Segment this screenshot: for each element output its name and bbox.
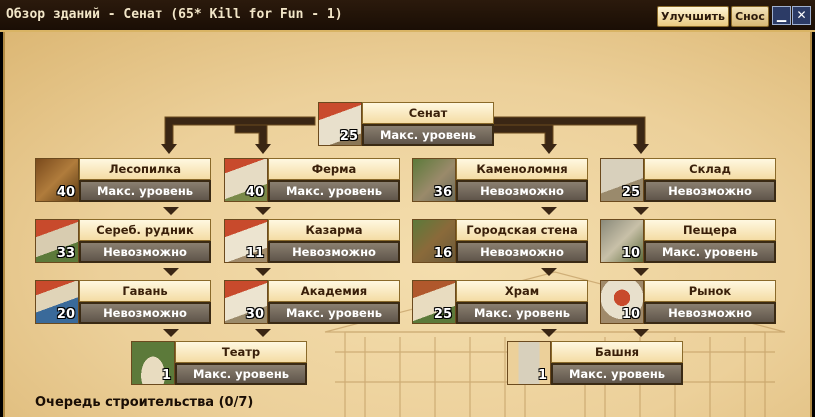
building-status[interactable]: Макс. уровень [644, 241, 776, 263]
quarry-icon: 36 [412, 158, 456, 202]
arrow-icon [255, 207, 271, 215]
building-tower[interactable]: 1 Башня Макс. уровень [507, 341, 683, 385]
tower-icon: 1 [507, 341, 551, 385]
warehouse-icon: 25 [600, 158, 644, 202]
arrow-icon [163, 329, 179, 337]
building-harbor[interactable]: 20 Гавань Невозможно [35, 280, 211, 324]
building-name: Храм [456, 280, 588, 302]
senate-icon: 25 [318, 102, 362, 146]
arrow-icon [255, 329, 271, 337]
building-status[interactable]: Макс. уровень [551, 363, 683, 385]
building-name: Пещера [644, 219, 776, 241]
build-queue-title: Очередь строительства (0/7) [35, 395, 254, 410]
building-senate[interactable]: 25 Сенат Макс. уровень [318, 102, 494, 146]
building-name: Ферма [268, 158, 400, 180]
arrow-icon [255, 268, 271, 276]
building-farm[interactable]: 40 Ферма Макс. уровень [224, 158, 400, 202]
building-status[interactable]: Макс. уровень [362, 124, 494, 146]
building-lumber[interactable]: 40 Лесопилка Макс. уровень [35, 158, 211, 202]
building-academy[interactable]: 30 Академия Макс. уровень [224, 280, 400, 324]
building-cave[interactable]: 10 Пещера Макс. уровень [600, 219, 776, 263]
cave-icon: 10 [600, 219, 644, 263]
building-status[interactable]: Невозможно [79, 241, 211, 263]
building-status[interactable]: Невозможно [79, 302, 211, 324]
building-status[interactable]: Невозможно [456, 241, 588, 263]
building-status[interactable]: Невозможно [644, 302, 776, 324]
arrow-icon [541, 329, 557, 337]
building-name: Театр [175, 341, 307, 363]
building-status[interactable]: Макс. уровень [268, 302, 400, 324]
building-name: Каменоломня [456, 158, 588, 180]
arrow-icon [633, 268, 649, 276]
arrow-icon [541, 207, 557, 215]
buildings-overview-panel: 25 Сенат Макс. уровень 40 Лесопилка Макс… [3, 32, 812, 417]
building-name: Склад [644, 158, 776, 180]
barracks-icon: 11 [224, 219, 268, 263]
building-theater[interactable]: 1 Театр Макс. уровень [131, 341, 307, 385]
building-status[interactable]: Невозможно [644, 180, 776, 202]
building-status[interactable]: Макс. уровень [175, 363, 307, 385]
building-name: Казарма [268, 219, 400, 241]
harbor-icon: 20 [35, 280, 79, 324]
building-quarry[interactable]: 36 Каменоломня Невозможно [412, 158, 588, 202]
building-name: Гавань [79, 280, 211, 302]
building-barracks[interactable]: 11 Казарма Невозможно [224, 219, 400, 263]
window-titlebar: Обзор зданий - Сенат (65* Kill for Fun -… [0, 0, 815, 32]
building-market[interactable]: 10 Рынок Невозможно [600, 280, 776, 324]
building-silver-mine[interactable]: 33 Сереб. рудник Невозможно [35, 219, 211, 263]
building-name: Сенат [362, 102, 494, 124]
silver-mine-icon: 33 [35, 219, 79, 263]
demolish-tab[interactable]: Снос [731, 6, 769, 27]
arrow-icon [633, 329, 649, 337]
building-name: Сереб. рудник [79, 219, 211, 241]
building-status[interactable]: Невозможно [456, 180, 588, 202]
arrow-icon [163, 207, 179, 215]
window-title: Обзор зданий - Сенат (65* Kill for Fun -… [6, 7, 343, 22]
lumber-mill-icon: 40 [35, 158, 79, 202]
arrow-icon [541, 268, 557, 276]
building-status[interactable]: Невозможно [268, 241, 400, 263]
building-status[interactable]: Макс. уровень [268, 180, 400, 202]
building-name: Академия [268, 280, 400, 302]
academy-icon: 30 [224, 280, 268, 324]
building-temple[interactable]: 25 Храм Макс. уровень [412, 280, 588, 324]
building-status[interactable]: Макс. уровень [79, 180, 211, 202]
arrow-icon [633, 207, 649, 215]
building-name: Лесопилка [79, 158, 211, 180]
market-icon: 10 [600, 280, 644, 324]
arrow-icon [163, 268, 179, 276]
building-city-wall[interactable]: 16 Городская стена Невозможно [412, 219, 588, 263]
temple-icon: 25 [412, 280, 456, 324]
city-wall-icon: 16 [412, 219, 456, 263]
close-icon[interactable]: ✕ [792, 6, 811, 25]
building-name: Башня [551, 341, 683, 363]
theater-icon: 1 [131, 341, 175, 385]
minimize-icon[interactable]: ▁ [772, 6, 791, 25]
building-name: Рынок [644, 280, 776, 302]
building-status[interactable]: Макс. уровень [456, 302, 588, 324]
farm-icon: 40 [224, 158, 268, 202]
building-warehouse[interactable]: 25 Склад Невозможно [600, 158, 776, 202]
building-name: Городская стена [456, 219, 588, 241]
upgrade-tab[interactable]: Улучшить [657, 6, 729, 27]
